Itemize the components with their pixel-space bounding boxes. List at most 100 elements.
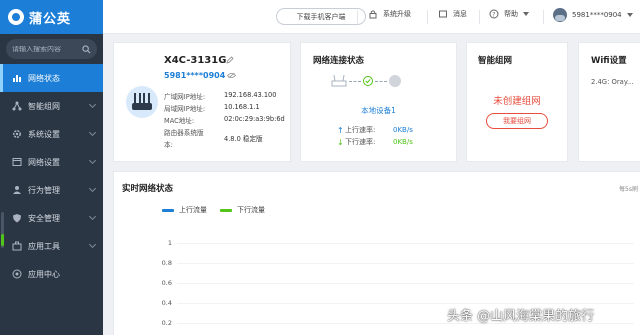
- device-name: X4C-3131G: [164, 55, 227, 66]
- sidebar-item-label: 行为管理: [28, 185, 60, 195]
- sidebar-scrollbar-thumb[interactable]: [1, 234, 4, 246]
- chevron-down-icon: [88, 156, 97, 165]
- header-divider: [543, 10, 544, 24]
- chart-gridline: [177, 303, 634, 304]
- top-header: 下载手机客户端 系统升级 消息 ? 帮助 5981****0904: [103, 0, 640, 34]
- firmware-value: 4.8.0 稳定版: [224, 135, 263, 143]
- sidebar-item-behavior-mgmt[interactable]: 行为管理: [0, 176, 103, 204]
- network-icon: [12, 101, 22, 111]
- chart-gridline: [177, 283, 634, 284]
- sidebar-item-network-settings[interactable]: 网络设置: [0, 148, 103, 176]
- sidebar-scrollbar[interactable]: [1, 212, 4, 248]
- card-title: 实时网络状态: [122, 184, 174, 194]
- logo-bar[interactable]: 蒲公英: [0, 0, 103, 34]
- legend-label: 下行流量: [237, 206, 265, 214]
- router-icon: [331, 75, 347, 87]
- arrow-up-icon: ↑: [337, 125, 344, 135]
- edit-icon[interactable]: [226, 56, 234, 64]
- help-label: 帮助: [504, 10, 518, 18]
- y-axis-tick: 1: [167, 239, 172, 247]
- sidebar-item-system-settings[interactable]: 系统设置: [0, 120, 103, 148]
- firmware-label: 路由器系统版: [164, 129, 204, 137]
- card-title: Wifi设置: [591, 56, 627, 66]
- create-mesh-button[interactable]: 我要组网: [486, 113, 548, 129]
- arrow-down-icon: ↓: [337, 137, 344, 147]
- help-icon: ?: [489, 9, 499, 19]
- search-box[interactable]: [6, 39, 97, 59]
- download-rate: ↓ 下行速率: 0KB/s: [337, 137, 413, 147]
- card-title: 智能组网: [478, 56, 513, 66]
- header-divider: [479, 10, 480, 24]
- bell-icon: [438, 9, 448, 19]
- lan-ip-label: 局域网IP地址:: [164, 105, 206, 113]
- device-serial: 5981****0904: [164, 71, 226, 80]
- toolbox-icon: [12, 241, 22, 251]
- sidebar-item-label: 应用中心: [28, 269, 60, 279]
- chart-gridline: [177, 243, 634, 244]
- local-device-label[interactable]: 本地设备1: [301, 105, 456, 116]
- wan-ip-label: 广域网IP地址:: [164, 93, 206, 101]
- search-input[interactable]: [12, 45, 82, 53]
- card-title: 网络连接状态: [313, 56, 365, 66]
- user-menu[interactable]: 5981****0904: [553, 8, 633, 22]
- legend-swatch: [220, 208, 232, 212]
- eye-hidden-icon[interactable]: [227, 72, 236, 79]
- device-card: X4C-3131G 5981****0904 广域网IP地址: 192.168.…: [113, 42, 291, 162]
- connection-diagram: [331, 75, 401, 87]
- sidebar-item-smart-mesh[interactable]: 智能组网: [0, 92, 103, 120]
- mesh-status: 未创建组网: [493, 96, 541, 107]
- upload-rate-value: 0KB/s: [393, 126, 413, 134]
- help-menu[interactable]: ? 帮助: [489, 9, 529, 19]
- chevron-down-icon: [626, 13, 633, 17]
- sidebar-item-network-status[interactable]: 网络状态: [0, 64, 103, 92]
- avatar: [553, 8, 567, 22]
- sidebar-nav: 网络状态 智能组网 系统设置 网络设置 行为管理 安全管理 应用工具 应用中心: [0, 64, 103, 288]
- lock-icon: [368, 9, 378, 19]
- user-name: 5981****0904: [572, 11, 622, 19]
- wan-ip-value: 192.168.43.100: [224, 91, 277, 99]
- search-icon[interactable]: [82, 44, 91, 54]
- y-axis-tick: 0.8: [161, 259, 172, 267]
- legend-upload[interactable]: 上行流量: [162, 205, 207, 215]
- sidebar-item-app-tools[interactable]: 应用工具: [0, 232, 103, 260]
- chevron-down-icon: [88, 128, 97, 137]
- chevron-down-icon: [88, 240, 97, 249]
- sidebar-item-label: 智能组网: [28, 101, 60, 111]
- mac-label: MAC地址:: [164, 117, 195, 125]
- chevron-down-icon: [88, 212, 97, 221]
- sidebar-item-label: 网络设置: [28, 157, 60, 167]
- sidebar: 蒲公英 网络状态 智能组网 系统设置 网络设置 行为管理: [0, 0, 103, 335]
- download-rate-value: 0KB/s: [393, 138, 413, 146]
- globe-icon: [389, 75, 401, 87]
- system-upgrade-button[interactable]: 系统升级: [368, 9, 411, 19]
- bar-chart-icon: [12, 73, 22, 83]
- wifi-settings-card: Wifi设置 2.4G: Oray...: [578, 42, 640, 162]
- download-client-button[interactable]: 下载手机客户端: [276, 8, 366, 25]
- connection-status-card: 网络连接状态 本地设备1 ↑ 上行速率: 0KB/s ↓ 下行速率: 0KB/s: [300, 42, 457, 162]
- y-axis-tick: 0.2: [161, 319, 172, 327]
- y-axis-tick: 0.4: [161, 299, 172, 307]
- refresh-interval-text: 每5s刷: [619, 186, 638, 193]
- legend-label: 上行流量: [179, 206, 207, 214]
- y-axis-tick: 0.6: [161, 279, 172, 287]
- upload-rate: ↑ 上行速率: 0KB/s: [337, 125, 413, 135]
- legend-download[interactable]: 下行流量: [220, 205, 265, 215]
- firmware-label-cont: 本:: [164, 141, 173, 149]
- chevron-down-icon: [88, 184, 97, 193]
- shield-icon: [12, 213, 22, 223]
- gear-icon: [12, 129, 22, 139]
- lan-ip-value: 10.168.1.1: [224, 103, 260, 111]
- messages-label: 消息: [453, 10, 467, 18]
- router-image: [126, 86, 158, 118]
- sidebar-item-app-center[interactable]: 应用中心: [0, 260, 103, 288]
- chevron-down-icon: [523, 12, 529, 16]
- wifi-ssid-row[interactable]: 2.4G: Oray...: [591, 78, 633, 86]
- brand-name: 蒲公英: [29, 11, 72, 27]
- smart-mesh-card: 智能组网 未创建组网 我要组网: [466, 42, 568, 162]
- watermark-text: 头条 @山风海棠果的旅行: [447, 309, 595, 324]
- messages-button[interactable]: 消息: [438, 9, 467, 19]
- sidebar-item-label: 安全管理: [28, 213, 60, 223]
- system-upgrade-label: 系统升级: [383, 10, 411, 18]
- user-icon: [12, 185, 22, 195]
- sidebar-item-security-mgmt[interactable]: 安全管理: [0, 204, 103, 232]
